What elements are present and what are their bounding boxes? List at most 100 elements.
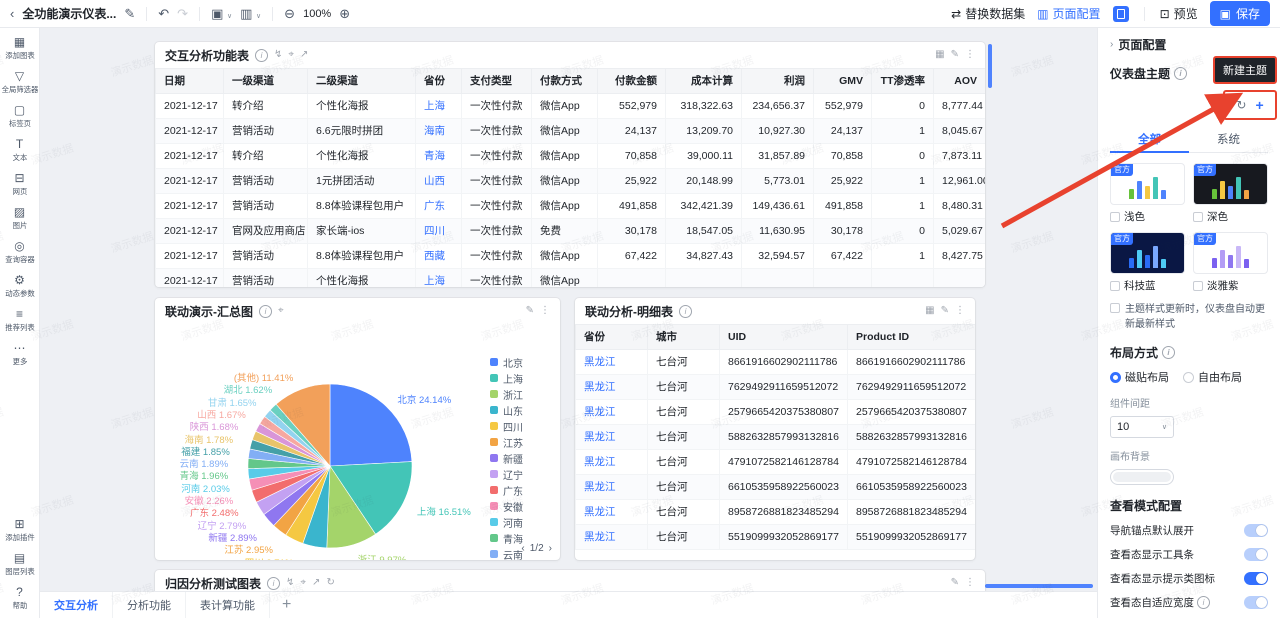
snapshot-button[interactable]: ▥ ∨ <box>240 7 261 20</box>
sidebar-item-add-plugin[interactable]: ⊞添加插件 <box>0 514 40 548</box>
checkbox[interactable] <box>1110 303 1120 313</box>
card-pie-summary[interactable]: 联动演示-汇总图 i ⌖ ✎ ⋮ 北京上海浙江山东四川江苏新疆辽宁广东安徽河南青… <box>155 298 560 560</box>
edit-chart-icon[interactable]: ✎ <box>941 306 949 316</box>
table-row[interactable]: 黑龙江七台河7629492911659512072762949291165951… <box>576 375 976 400</box>
grid-view-icon[interactable]: ▦ <box>935 50 944 60</box>
column-header[interactable]: 省份 <box>576 325 648 350</box>
column-header[interactable]: AOV <box>934 69 986 94</box>
layout-option-自由布局[interactable]: 自由布局 <box>1183 369 1242 385</box>
column-header[interactable]: 成本计算 <box>666 69 742 94</box>
column-header[interactable]: GMV <box>814 69 872 94</box>
redo-icon[interactable]: ↷ <box>177 7 188 20</box>
table-cell[interactable]: 上海 <box>416 94 462 119</box>
mobile-layout-icon[interactable] <box>1113 6 1129 22</box>
table-cell[interactable]: 四川 <box>416 219 462 244</box>
legend-prev-icon[interactable]: ‹ <box>521 543 524 554</box>
theme-card-科技蓝[interactable]: 官方科技蓝 <box>1110 232 1185 293</box>
edit-chart-icon[interactable]: ✎ <box>951 578 959 588</box>
table-row[interactable]: 2021-12-17营销活动6.6元限时拼团海南一次性付款微信App24,137… <box>156 119 986 144</box>
edit-chart-icon[interactable]: ✎ <box>526 306 534 316</box>
spacing-select[interactable]: 10 ∨ <box>1110 416 1174 438</box>
edit-chart-icon[interactable]: ✎ <box>951 50 959 60</box>
info-icon[interactable]: i <box>267 577 280 590</box>
table-cell[interactable]: 西藏 <box>416 244 462 269</box>
column-header[interactable]: 省份 <box>416 69 462 94</box>
table-cell[interactable]: 黑龙江 <box>576 500 648 525</box>
more-icon[interactable]: ⋮ <box>965 50 975 60</box>
sidebar-item-help[interactable]: ?帮助 <box>0 582 40 616</box>
legend-item[interactable]: 上海 <box>490 370 552 386</box>
card-interactive-table[interactable]: 交互分析功能表 i ↯ ⌖ ↗ ▦ ✎ ⋮ 日期一级渠道二级渠道省份支付类型付款… <box>155 42 985 287</box>
table-cell[interactable]: 青海 <box>416 144 462 169</box>
table-row[interactable]: 2021-12-17营销活动8.8体验课程包用户西藏一次性付款微信App67,4… <box>156 244 986 269</box>
theme-tab-0[interactable]: 全部 <box>1110 126 1189 152</box>
sidebar-item-tab-page[interactable]: ▢标签页 <box>0 100 40 134</box>
table-row[interactable]: 2021-12-17营销活动1元拼团活动山西一次性付款微信App25,92220… <box>156 169 986 194</box>
toggle-switch[interactable] <box>1244 572 1268 585</box>
info-icon[interactable]: i <box>1162 346 1175 359</box>
back-icon[interactable]: ‹ <box>10 7 14 20</box>
undo-icon[interactable]: ↶ <box>158 7 169 20</box>
sidebar-item-add-chart[interactable]: ▦添加图表 <box>0 32 40 66</box>
toggle-switch[interactable] <box>1244 548 1268 561</box>
legend-item[interactable]: 新疆 <box>490 450 552 466</box>
page-tab-2[interactable]: 表计算功能 <box>186 592 270 618</box>
page-config-button[interactable]: ▥页面配置 <box>1037 5 1100 22</box>
column-header[interactable]: TT渗透率 <box>872 69 934 94</box>
table-cell[interactable]: 上海 <box>416 269 462 288</box>
sidebar-item-query-container[interactable]: ◎查询容器 <box>0 236 40 270</box>
sidebar-item-image[interactable]: ▨图片 <box>0 202 40 236</box>
column-header[interactable]: 利润 <box>742 69 814 94</box>
column-header[interactable]: 付款金额 <box>598 69 666 94</box>
export-icon[interactable]: ↗ <box>300 50 308 60</box>
toggle-switch[interactable] <box>1244 524 1268 537</box>
table-row[interactable]: 黑龙江七台河6610535958922560023661053595892256… <box>576 475 976 500</box>
column-header[interactable]: UID <box>720 325 848 350</box>
column-header[interactable]: Product ID <box>848 325 976 350</box>
legend-item[interactable]: 安徽 <box>490 498 552 514</box>
table-row[interactable]: 2021-12-17转介绍个性化海报青海一次性付款微信App70,85839,0… <box>156 144 986 169</box>
table-cell[interactable]: 广东 <box>416 194 462 219</box>
export-icon[interactable]: ↗ <box>312 578 320 588</box>
table-row[interactable]: 2021-12-17营销活动个性化海报上海一次性付款微信App <box>156 269 986 288</box>
column-header[interactable]: 二级渠道 <box>308 69 416 94</box>
preview-button[interactable]: ⊡预览 <box>1160 5 1198 22</box>
card-detail-table[interactable]: 联动分析-明细表 i ▦ ✎ ⋮ 省份城市UIDProduct ID黑龙江七台河… <box>575 298 975 560</box>
legend-item[interactable]: 山东 <box>490 402 552 418</box>
legend-item[interactable]: 四川 <box>490 418 552 434</box>
info-icon[interactable]: i <box>679 305 692 318</box>
table-row[interactable]: 黑龙江七台河4791072582146128784479107258214612… <box>576 450 976 475</box>
layout-option-磁贴布局[interactable]: 磁贴布局 <box>1110 369 1169 385</box>
legend-item[interactable]: 辽宁 <box>490 466 552 482</box>
sidebar-item-dynamic-param[interactable]: ⚙动态参数 <box>0 270 40 304</box>
save-button[interactable]: ▣保存 <box>1210 1 1270 26</box>
table-cell[interactable]: 黑龙江 <box>576 350 648 375</box>
table-cell[interactable]: 黑龙江 <box>576 525 648 550</box>
legend-item[interactable]: 广东 <box>490 482 552 498</box>
page-tab-0[interactable]: 交互分析 <box>40 592 113 618</box>
theme-card-深色[interactable]: 官方深色 <box>1193 163 1268 224</box>
column-header[interactable]: 城市 <box>648 325 720 350</box>
checkbox[interactable] <box>1110 212 1120 222</box>
edit-title-icon[interactable]: ✎ <box>124 7 135 20</box>
theme-card-浅色[interactable]: 官方浅色 <box>1110 163 1185 224</box>
theme-card-淡雅紫[interactable]: 官方淡雅紫 <box>1193 232 1268 293</box>
table-cell[interactable]: 山西 <box>416 169 462 194</box>
table-row[interactable]: 黑龙江七台河5882632857993132816588263285799313… <box>576 425 976 450</box>
table-row[interactable]: 黑龙江七台河5519099932052869177551909993205286… <box>576 525 976 550</box>
table-row[interactable]: 黑龙江七台河8661916602902111786866191660290211… <box>576 350 976 375</box>
zoom-in-button[interactable]: ⊕ <box>339 7 350 20</box>
canvas-bg-color-input[interactable] <box>1110 469 1174 485</box>
info-icon[interactable]: i <box>1174 67 1187 80</box>
table-cell[interactable]: 黑龙江 <box>576 450 648 475</box>
toggle-switch[interactable] <box>1244 596 1268 609</box>
checkbox[interactable] <box>1110 281 1120 291</box>
grid-view-icon[interactable]: ▦ <box>925 306 934 316</box>
table-cell[interactable]: 海南 <box>416 119 462 144</box>
column-header[interactable]: 日期 <box>156 69 224 94</box>
canvas-vertical-scrollbar[interactable] <box>988 44 992 88</box>
table-row[interactable]: 黑龙江七台河2579665420375380807257966542037538… <box>576 400 976 425</box>
sync-theme-icon[interactable]: ↻ <box>1236 98 1246 112</box>
add-page-tab-button[interactable]: + <box>270 592 303 618</box>
more-icon[interactable]: ⋮ <box>955 306 965 316</box>
